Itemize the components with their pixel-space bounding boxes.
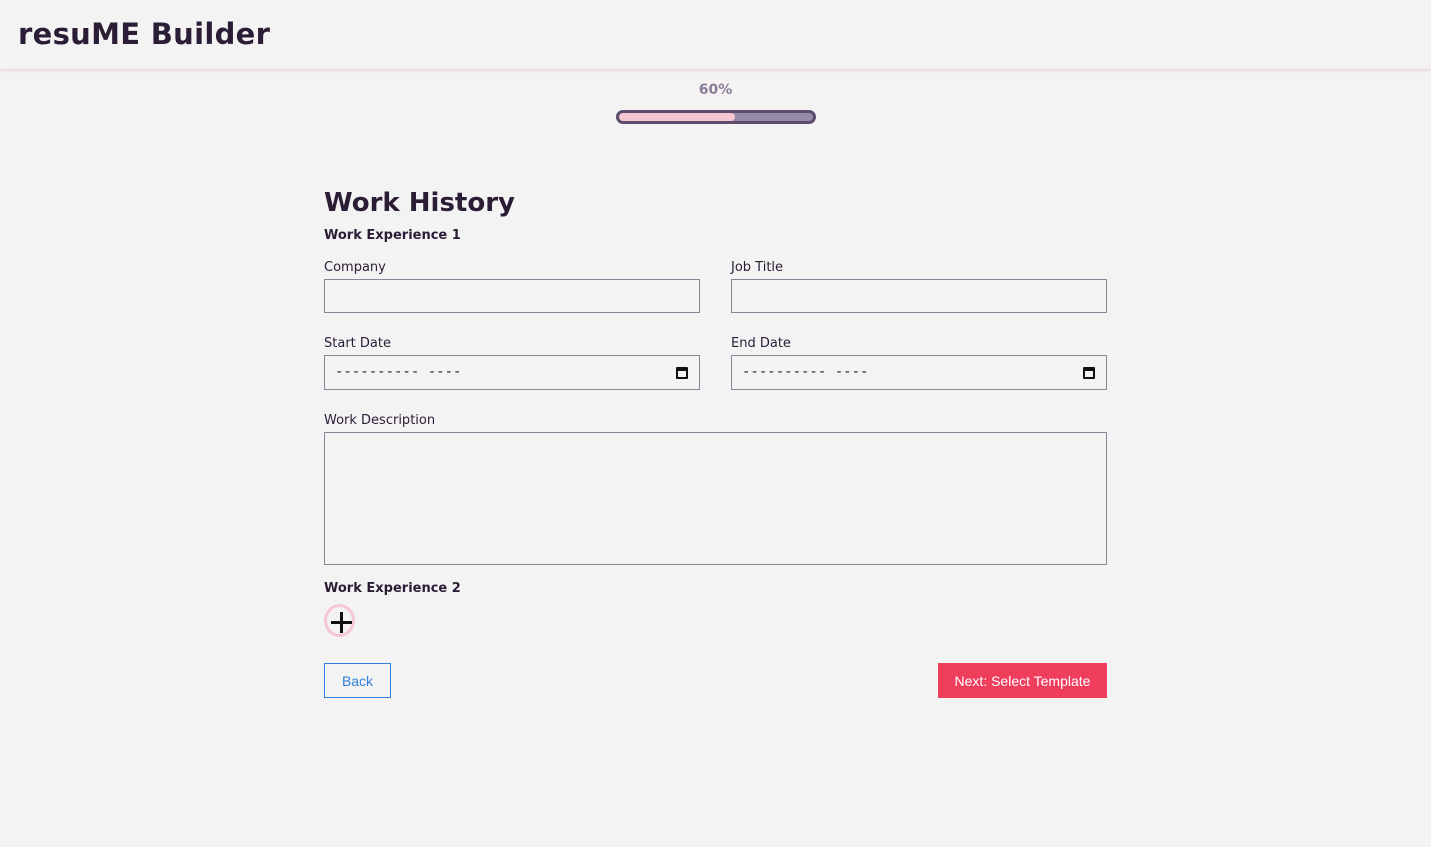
brand-title: resuME Builder — [18, 17, 271, 51]
end-date-input[interactable]: ---------- ---- — [731, 355, 1107, 390]
job-title-label: Job Title — [731, 260, 784, 275]
start-date-input[interactable]: ---------- ---- — [324, 355, 700, 390]
work-experience-2-title: Work Experience 2 — [324, 581, 461, 596]
app-header: resuME Builder — [0, 0, 1431, 69]
plus-icon — [331, 612, 352, 633]
end-date-label: End Date — [731, 336, 791, 351]
start-date-label: Start Date — [324, 336, 391, 351]
calendar-icon[interactable] — [676, 367, 688, 379]
next-select-template-button[interactable]: Next: Select Template — [938, 663, 1107, 698]
calendar-icon[interactable] — [1083, 367, 1095, 379]
progress-fill — [619, 113, 736, 121]
company-input[interactable] — [324, 279, 700, 313]
progress-label: 60% — [698, 82, 733, 98]
page-title: Work History — [324, 188, 515, 218]
job-title-input[interactable] — [731, 279, 1107, 313]
work-experience-1-title: Work Experience 1 — [324, 228, 461, 243]
add-experience-button[interactable] — [324, 604, 355, 637]
back-button[interactable]: Back — [324, 663, 391, 698]
company-label: Company — [324, 260, 386, 275]
work-description-textarea[interactable] — [324, 432, 1107, 565]
progress-bar — [616, 110, 816, 124]
work-description-label: Work Description — [324, 413, 436, 428]
end-date-value: ---------- ---- — [742, 364, 869, 380]
start-date-value: ---------- ---- — [335, 364, 462, 380]
